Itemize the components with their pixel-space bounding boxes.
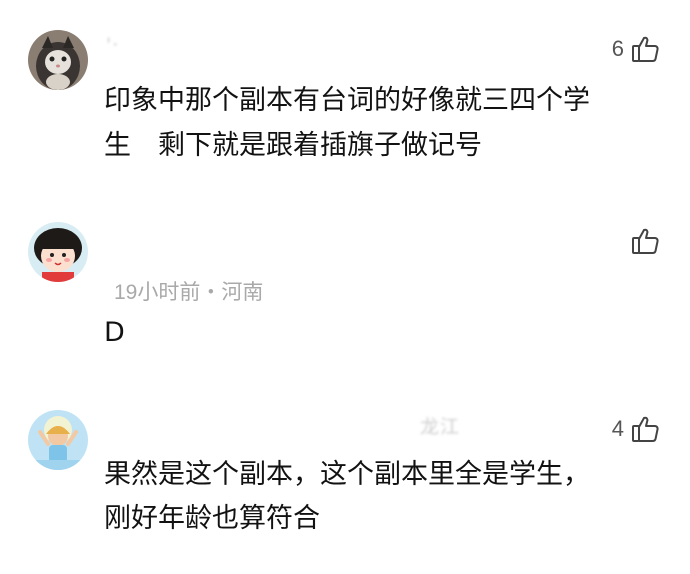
username[interactable]: '· bbox=[106, 34, 119, 56]
comment-text-line: 刚好年龄也算符合 bbox=[104, 503, 320, 534]
cat-avatar[interactable] bbox=[28, 30, 88, 90]
username[interactable]: 龙江 bbox=[420, 412, 460, 439]
comment-text-line: 生 剩下就是跟着插旗子做记号 bbox=[104, 130, 482, 161]
comment-item: 19小时前・河南 D bbox=[0, 200, 690, 390]
thumbs-up-icon bbox=[630, 226, 660, 256]
like-button[interactable]: 6 bbox=[612, 32, 660, 66]
thumbs-up-icon bbox=[630, 34, 660, 64]
thumbs-up-icon bbox=[630, 414, 660, 444]
like-count: 4 bbox=[611, 416, 624, 441]
comment-meta: 19小时前・河南 bbox=[114, 281, 264, 304]
comment-text-line: 印象中那个副本有台词的好像就三四个学 bbox=[104, 85, 590, 116]
comment-text-line: 果然是这个副本，这个副本里全是学生， bbox=[104, 459, 590, 490]
comment-item: '· 6 印象中那个副本有台词的好像就三四个学 生 剩下就是跟着插旗子做记号 bbox=[0, 0, 690, 200]
comment-item: 龙江 4 果然是这个副本，这个副本里全是学生， 刚好年龄也算符合 bbox=[0, 390, 690, 574]
beach-girl-avatar[interactable] bbox=[28, 410, 88, 470]
like-button[interactable]: 4 bbox=[612, 412, 660, 446]
like-button[interactable] bbox=[624, 224, 660, 258]
like-count: 6 bbox=[611, 36, 624, 61]
cartoon-girl-avatar[interactable] bbox=[28, 222, 88, 282]
comment-text-line: D bbox=[104, 317, 125, 348]
